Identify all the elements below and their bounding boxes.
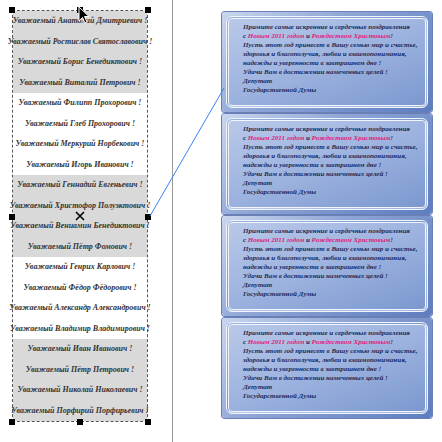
card-line: Депутат xyxy=(243,281,421,290)
card-line: Депутат xyxy=(243,179,421,188)
center-mark-icon xyxy=(75,211,85,221)
name-row: Уважаемый Борис Бенедиктович ! xyxy=(13,52,147,73)
card-line: Удачи Вам в достижении намеченных целей … xyxy=(243,68,421,77)
greeting-card[interactable]: Примите самые искренние и сердечные позд… xyxy=(222,12,432,112)
names-frame[interactable]: Уважаемый Анатолий Дмитриевич !Уважаемый… xyxy=(12,10,148,422)
card-line: Депутат xyxy=(243,77,421,86)
selection-handle[interactable] xyxy=(9,7,15,13)
name-row: Уважаемый Филипп Прохорович ! xyxy=(13,93,147,114)
name-row: Уважаемый Иван Иванович ! xyxy=(13,339,147,360)
pasteboard: Уважаемый Анатолий Дмитриевич !Уважаемый… xyxy=(0,0,172,442)
name-row: Уважаемый Ростислав Святославович ! xyxy=(13,32,147,53)
name-row: Уважаемый Вениамин Бенедиктович ! xyxy=(13,216,147,237)
name-row: Уважаемый Генрих Карлович ! xyxy=(13,257,147,278)
name-row: Уважаемый Христофор Полуэктович ! xyxy=(13,196,147,217)
card-line: надежды и уверенности в завтрашнем дне ! xyxy=(243,59,421,68)
card-line: Удачи Вам в достижении намеченных целей … xyxy=(243,170,421,179)
name-row: Уважаемый Александр Александрович ! xyxy=(13,298,147,319)
name-row: Уважаемый Порфирий Порфирьевич ! xyxy=(13,401,147,422)
name-row: Уважаемый Геннадий Евгеньевич ! xyxy=(13,175,147,196)
card-line: Государственной Думы xyxy=(243,86,421,95)
card-line: Пусть этот год принесет в Вашу семью мир… xyxy=(243,143,421,152)
card-line: Примите самые искренние и сердечные позд… xyxy=(243,227,421,236)
mouse-cursor-icon xyxy=(78,6,92,24)
card-line: здоровья и благополучия, любви и взаимоп… xyxy=(243,356,421,365)
selection-handle[interactable] xyxy=(9,419,15,425)
name-row: Уважаемый Владимир Владимирович ! xyxy=(13,319,147,340)
name-row: Уважаемый Виталий Петрович ! xyxy=(13,73,147,94)
card-line: Примите самые искренние и сердечные позд… xyxy=(243,125,421,134)
name-row: Уважаемый Фёдор Фёдорович ! xyxy=(13,278,147,299)
name-row: Уважаемый Меркурий Норбекович ! xyxy=(13,134,147,155)
card-line: Пусть этот год принесет в Вашу семью мир… xyxy=(243,347,421,356)
name-row: Уважаемый Глеб Прохорович ! xyxy=(13,114,147,135)
card-line: Пусть этот год принесет в Вашу семью мир… xyxy=(243,245,421,254)
card-column: Примите самые искренние и сердечные позд… xyxy=(222,12,442,418)
greeting-card[interactable]: Примите самые искренние и сердечные позд… xyxy=(222,318,432,418)
page-area: Примите самые искренние и сердечные позд… xyxy=(172,0,442,442)
card-line: Государственной Думы xyxy=(243,290,421,299)
selection-handle[interactable] xyxy=(9,214,15,220)
greeting-card[interactable]: Примите самые искренние и сердечные позд… xyxy=(222,216,432,316)
link-line-icon xyxy=(0,0,442,442)
card-line: Депутат xyxy=(243,383,421,392)
card-line: Пусть этот год принесет в Вашу семью мир… xyxy=(243,41,421,50)
name-row: Уважаемый Николай Николаевич ! xyxy=(13,380,147,401)
card-line: здоровья и благополучия, любви и взаимоп… xyxy=(243,50,421,59)
card-line: Государственной Думы xyxy=(243,188,421,197)
selection-handle[interactable] xyxy=(145,7,151,13)
card-line: надежды и уверенности в завтрашнем дне ! xyxy=(243,365,421,374)
card-line: Государственной Думы xyxy=(243,392,421,401)
card-line: с Новым 2011 годом и Рождеством Христовы… xyxy=(243,32,421,41)
card-line: Примите самые искренние и сердечные позд… xyxy=(243,329,421,338)
card-line: Удачи Вам в достижении намеченных целей … xyxy=(243,374,421,383)
name-row: Уважаемый Игорь Иванович ! xyxy=(13,155,147,176)
card-line: с Новым 2011 годом и Рождеством Христовы… xyxy=(243,236,421,245)
card-line: с Новым 2011 годом и Рождеством Христовы… xyxy=(243,134,421,143)
name-row: Уважаемый Пётр Фомович ! xyxy=(13,237,147,258)
card-line: с Новым 2011 годом и Рождеством Христовы… xyxy=(243,338,421,347)
selection-handle[interactable] xyxy=(77,419,83,425)
app-window: Уважаемый Анатолий Дмитриевич !Уважаемый… xyxy=(0,0,442,442)
card-line: Удачи Вам в достижении намеченных целей … xyxy=(243,272,421,281)
greeting-card[interactable]: Примите самые искренние и сердечные позд… xyxy=(222,114,432,214)
selection-handle[interactable] xyxy=(145,419,151,425)
card-line: здоровья и благополучия, любви и взаимоп… xyxy=(243,152,421,161)
card-line: надежды и уверенности в завтрашнем дне ! xyxy=(243,263,421,272)
card-line: здоровья и благополучия, любви и взаимоп… xyxy=(243,254,421,263)
selection-handle[interactable] xyxy=(145,214,151,220)
card-line: Примите самые искренние и сердечные позд… xyxy=(243,23,421,32)
card-line: надежды и уверенности в завтрашнем дне ! xyxy=(243,161,421,170)
name-row: Уважаемый Пётр Петрович ! xyxy=(13,360,147,381)
